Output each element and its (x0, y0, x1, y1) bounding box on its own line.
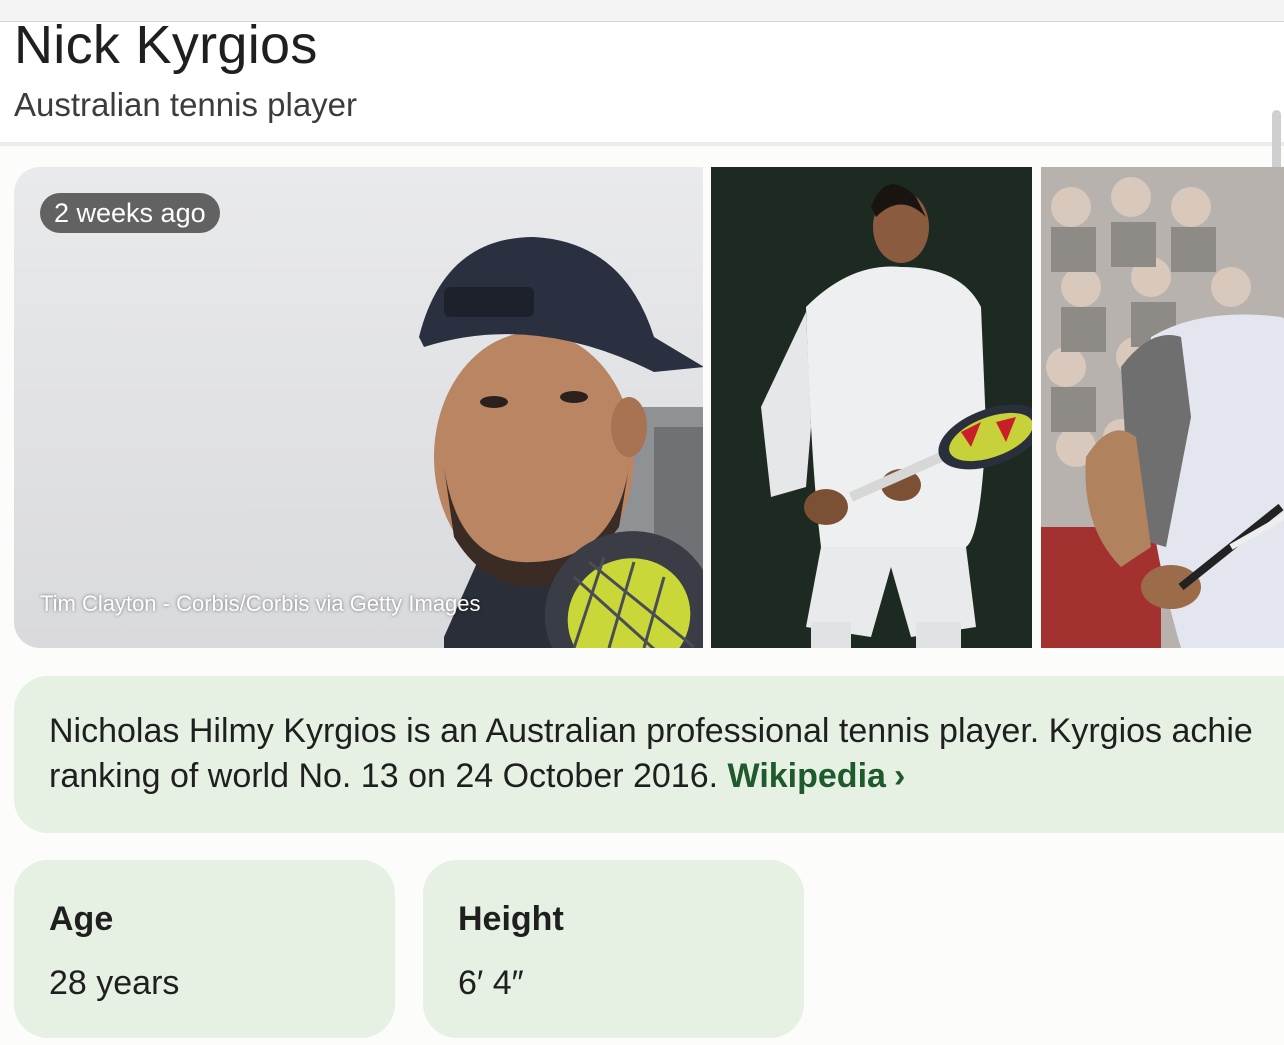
gallery-photo-2-image (711, 167, 1032, 648)
entity-subtitle: Australian tennis player (14, 86, 358, 123)
entity-header: Nick Kyrgios Australian tennis player (0, 15, 1284, 146)
time-badge: 2 weeks ago (40, 193, 220, 233)
gallery-photo-2[interactable] (711, 167, 1032, 648)
fact-card-height[interactable]: Height 6′ 4″ (423, 860, 804, 1038)
fact-card-age[interactable]: Age 28 years (14, 860, 395, 1038)
wikipedia-link-label: Wikipedia (727, 757, 886, 795)
fact-label: Age (49, 900, 114, 938)
description-card: Nicholas Hilmy Kyrgios is an Australian … (14, 676, 1284, 833)
gallery-photo-3-image (1041, 167, 1284, 648)
knowledge-panel-page: Nick Kyrgios Australian tennis player 2 … (0, 0, 1284, 1045)
featured-photo[interactable]: 2 weeks ago Tim Clayton - Corbis/Corbis … (14, 167, 703, 648)
entity-title: Nick Kyrgios (14, 15, 318, 75)
gallery-photo-3[interactable] (1041, 167, 1284, 648)
description-line-1: Nicholas Hilmy Kyrgios is an Australian … (49, 712, 1253, 750)
fact-label: Height (458, 900, 564, 938)
photo-credit: Tim Clayton - Corbis/Corbis via Getty Im… (40, 591, 481, 616)
fact-value: 28 years (49, 964, 180, 1002)
chevron-right-icon: › (893, 757, 906, 795)
image-gallery[interactable]: 2 weeks ago Tim Clayton - Corbis/Corbis … (14, 167, 1284, 648)
fact-value: 6′ 4″ (458, 964, 524, 1002)
description-text: Nicholas Hilmy Kyrgios is an Australian … (49, 709, 1284, 799)
description-line-2: ranking of world No. 13 on 24 October 20… (49, 757, 719, 795)
featured-photo-image (14, 167, 703, 648)
wikipedia-link[interactable]: Wikipedia › (728, 757, 906, 795)
